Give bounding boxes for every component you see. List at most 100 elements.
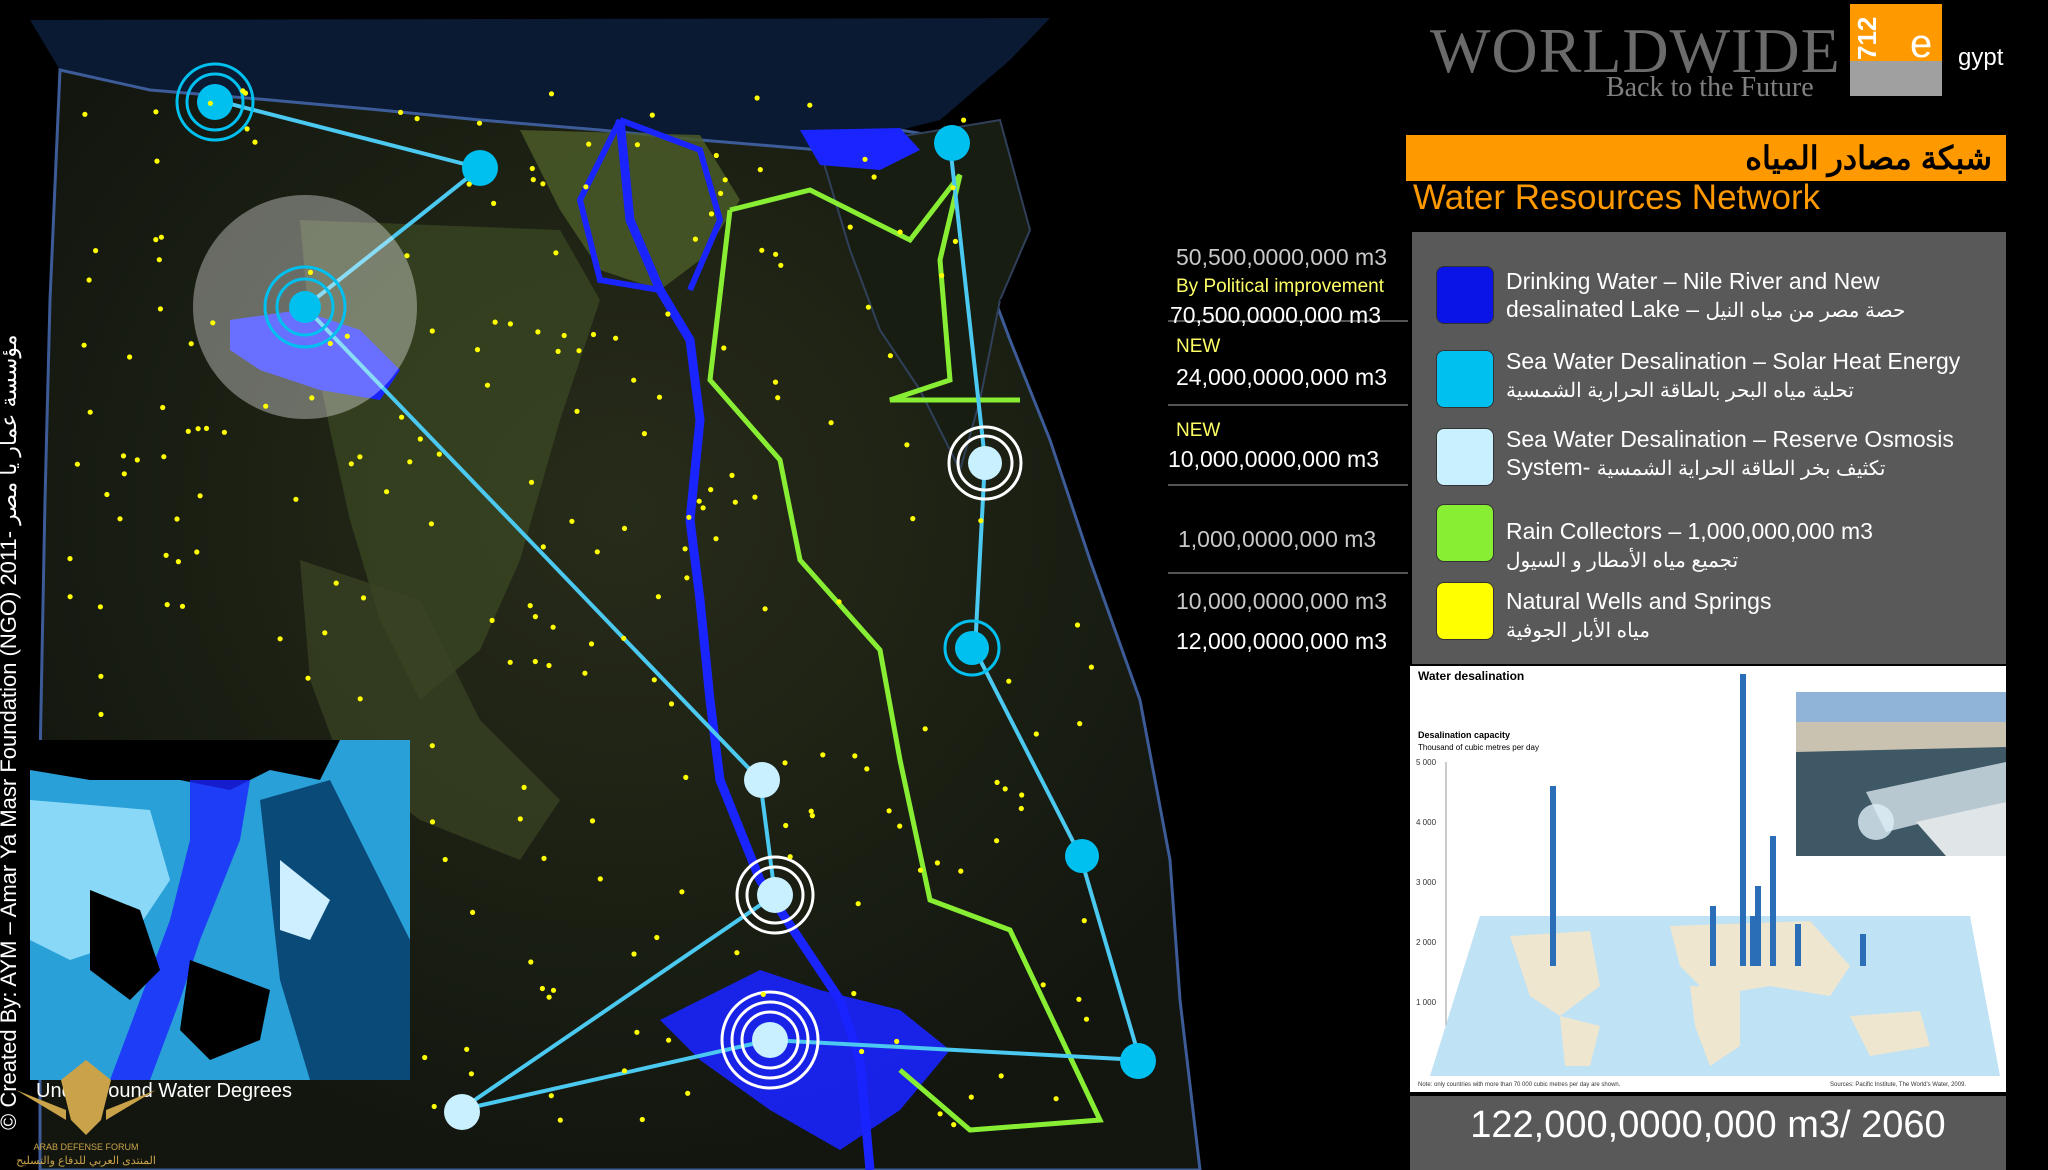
well-dot [772,379,779,385]
well-dot [778,262,784,268]
well-dot [530,177,536,183]
well-dot [153,109,159,115]
legend-item-osmosis: Sea Water Desalination – Reserve Osmosis… [1422,426,1992,494]
desalination-plant-photo [1796,692,2006,856]
well-dot [865,304,872,310]
well-dot [713,536,719,542]
well-dot [897,229,903,235]
well-dot [399,414,405,420]
legend-label: System- تكثيف بخر الطاقة الحراية الشمسية [1506,454,1885,481]
well-dot [685,1090,691,1096]
well-dot [722,177,728,183]
solar-desal-node-1 [175,62,255,142]
well-dot [666,1037,672,1043]
well-dot [1018,805,1024,812]
legend-label-ar: مياه الأبار الجوفية [1506,620,1650,642]
well-dot [517,816,523,822]
well-dot [951,1122,957,1128]
well-dot [470,909,476,916]
desalination-inset-chart: Water desalination Desalination capacity… [1410,666,2006,1092]
well-dot [327,340,333,347]
arab-defense-forum-logo: ARAB DEFENSE FORUM المنتدى العربي للدفاع… [16,1060,156,1167]
volume-line: 50,500,0000,000 m3 [1176,244,1388,270]
well-dot [244,126,250,132]
legend-label: Rain Collectors – 1,000,000,000 m3 [1506,518,1873,544]
solar-desal-node-4 [934,125,970,161]
well-dot [532,658,538,665]
well-dot [428,521,434,527]
well-dot [836,599,842,605]
well-dot [1006,678,1012,684]
well-dot [574,408,580,414]
well-dot [682,546,688,552]
legend-label: desalinated Lake – حصة مصر من مياه النيل [1506,296,1905,323]
well-dot [871,174,877,180]
well-dot [422,1054,428,1061]
well-dot [994,779,1000,786]
well-dot [93,248,99,254]
desal-bar [1710,906,1716,966]
well-dot [179,603,186,609]
well-dot [548,1093,554,1099]
inset-chart-ticks: 5 000 4 000 3 000 2 000 1 000 [1416,758,1437,1007]
well-dot [174,516,180,522]
well-dot [117,516,123,522]
well-dot [555,348,561,354]
well-dot [910,516,916,522]
well-dot [621,635,627,641]
well-dot [535,329,541,335]
well-dot [968,1094,974,1100]
well-dot [686,514,692,520]
well-dot [360,595,367,601]
well-dot [489,617,495,624]
well-dot [1002,786,1008,792]
legend-label-cont: desalinated Lake – [1506,296,1700,322]
well-dot [309,395,315,401]
inset-chart-footnote: Note: only countries with more than 70 0… [1418,1082,1621,1088]
well-dot [809,813,816,819]
solar-desal-node-7 [1120,1043,1156,1079]
well-dot [134,457,140,463]
well-dot [634,1029,640,1035]
well-dot [532,614,539,620]
well-dot [160,404,166,411]
legend-label: Sea Water Desalination – Solar Heat Ener… [1506,348,1961,374]
well-dot [156,257,162,263]
legend-label: Sea Water Desalination – Reserve Osmosis [1506,426,1954,452]
well-dot [1076,996,1082,1002]
well-dot [546,994,552,1000]
well-dot [491,200,497,206]
legend-panel: Drinking Water – Nile River and New desa… [1412,232,2006,664]
osmosis-node-3 [735,855,815,935]
legend-item-wells: Natural Wells and Springs مياه الأبار ال… [1422,582,1992,648]
well-dot [683,774,689,781]
well-dot [197,493,203,499]
well-dot [700,505,706,511]
well-dot [484,382,491,388]
well-dot [641,431,648,437]
inset-chart-tick: 5 000 [1416,758,1437,767]
well-dot [852,753,858,759]
inset-chart-unit: Thousand of cubic metres per day [1418,743,1539,752]
logo-number: 712 [1852,16,1882,60]
well-dot [492,319,498,325]
well-dot [754,95,760,101]
well-dot [195,426,201,432]
desal-bar [1860,934,1866,966]
well-dot [757,167,763,173]
inset-chart-tick: 2 000 [1416,938,1437,947]
well-dot [752,494,758,500]
well-dot [507,321,513,327]
well-dot [668,701,675,707]
volume-line: 24,000,0000,000 m3 [1176,364,1388,390]
well-dot [696,498,702,504]
well-dot [528,959,534,965]
well-dot [163,552,169,558]
well-dot [442,856,448,863]
well-dot [474,347,481,353]
well-dot [541,855,547,862]
well-dot [1074,622,1081,628]
solar-desal-node-3 [263,265,347,349]
well-dot [862,156,868,162]
well-dot [1077,721,1083,727]
